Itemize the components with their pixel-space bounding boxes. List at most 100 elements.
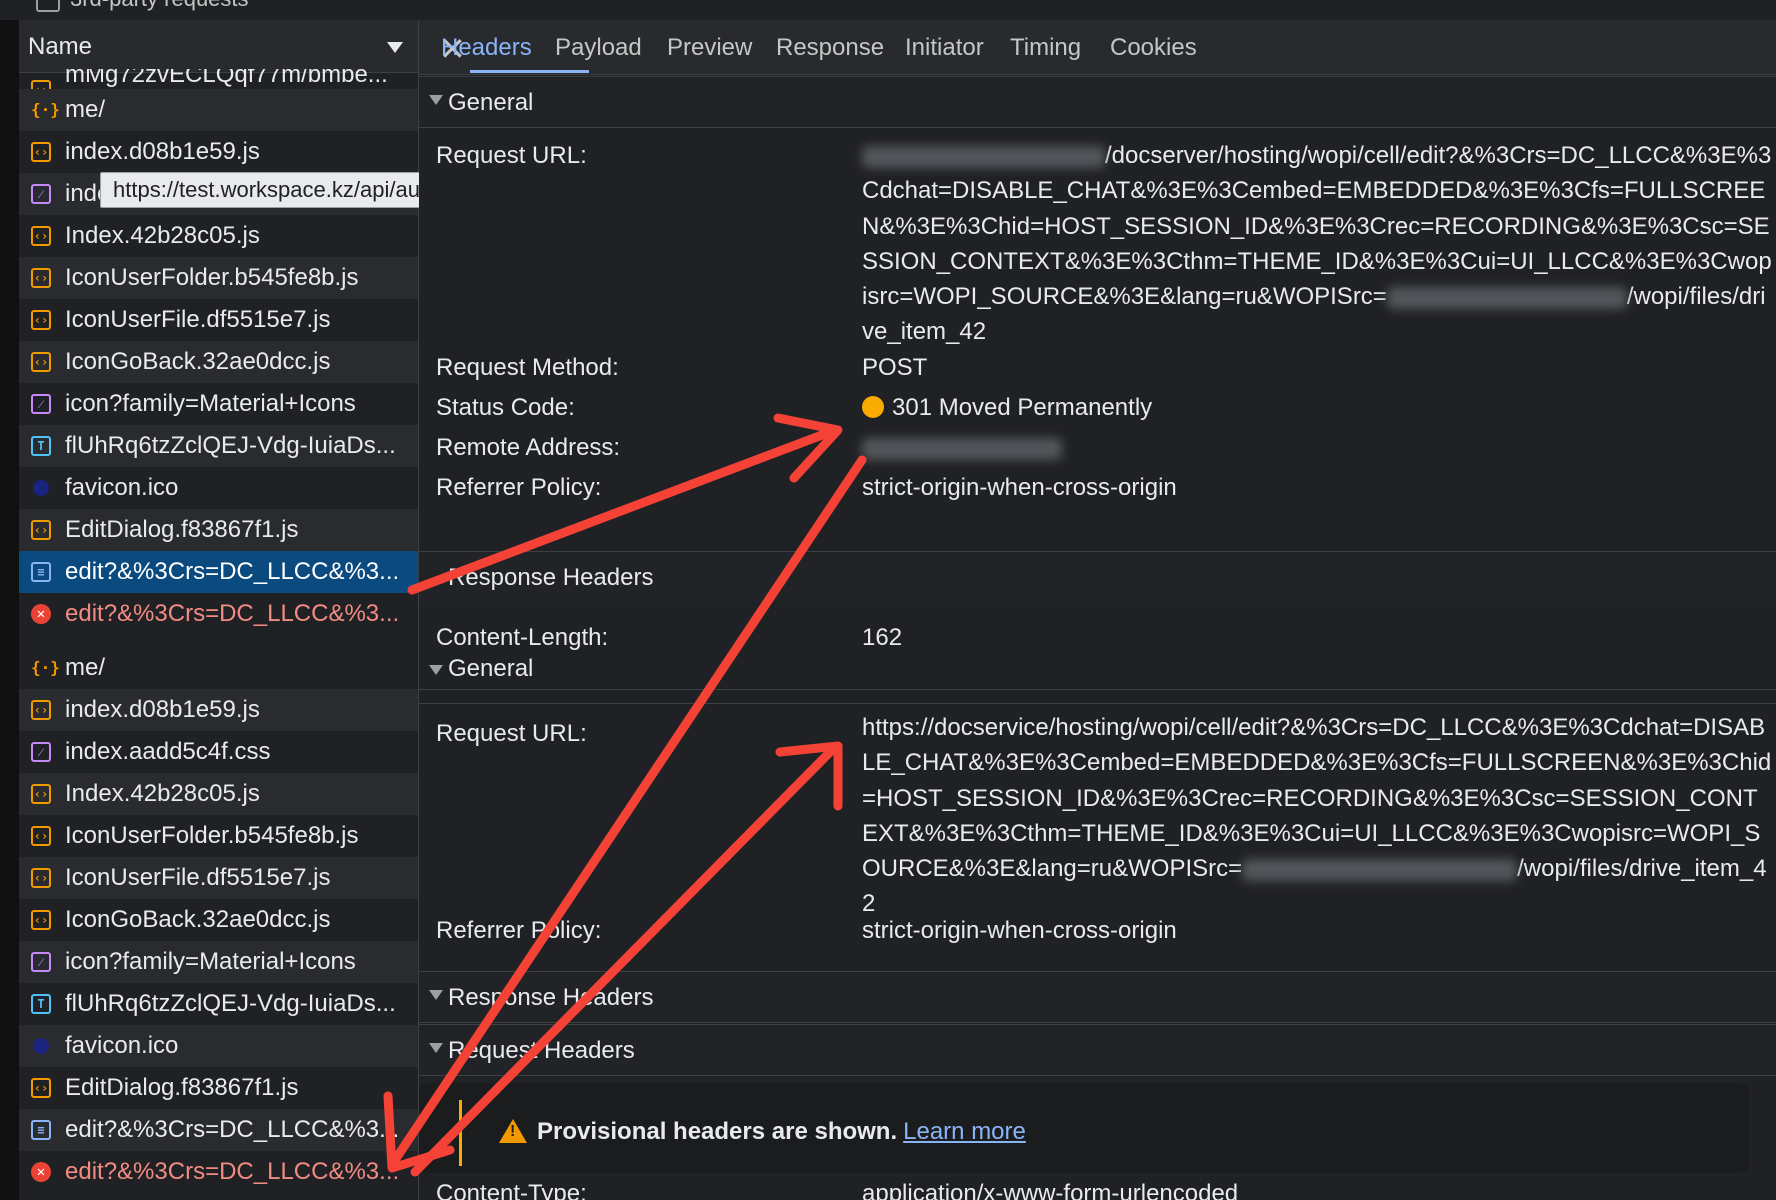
section-title: Response Headers — [448, 564, 654, 591]
font-file-icon: T — [31, 994, 51, 1014]
request-row[interactable]: ‹› EditDialog.f83867f1.js — [19, 509, 418, 551]
error-file-icon: ✕ — [31, 1162, 51, 1182]
js-file-icon: ‹› — [31, 700, 51, 720]
request-row[interactable]: ≡ edit?&%3Crs=DC_LLCC&%3... — [19, 1109, 418, 1151]
request-row[interactable]: ‹› IconUserFile.df5515e7.js — [19, 857, 418, 899]
collapse-triangle-icon[interactable] — [429, 990, 443, 1000]
tab-preview[interactable]: Preview — [667, 34, 752, 62]
request-row[interactable]: {·} me/ — [19, 647, 418, 689]
fav-file-icon — [33, 480, 49, 496]
request-name: flUhRq6tzZclQEJ-Vdg-IuiaDs... — [65, 990, 396, 1017]
request-url-label: Request URL: — [436, 142, 587, 169]
content-length-value: 162 — [862, 624, 903, 651]
status-code-value: 301 Moved Permanently — [862, 394, 1152, 422]
provisional-headers-warning: Provisional headers are shown.Learn more — [499, 1118, 1026, 1146]
request-row[interactable]: ⁄ index.aadd5c4f.css — [19, 731, 418, 773]
request-name: IconUserFolder.b545fe8b.js — [65, 822, 359, 849]
name-column-header[interactable]: Name — [19, 20, 418, 73]
request-row[interactable]: favicon.ico — [19, 1025, 418, 1067]
js-file-icon: ‹› — [31, 910, 51, 930]
js-file-icon: ‹› — [31, 352, 51, 372]
request-row[interactable]: ⁄ icon?family=Material+Icons — [19, 941, 418, 983]
request-row[interactable]: ⁄ icon?family=Material+Icons — [19, 383, 418, 425]
collapse-triangle-icon[interactable] — [429, 95, 443, 105]
request-row[interactable]: ‹› mMg72zvECLQqf77m/bmbe... — [19, 69, 418, 89]
request-row[interactable]: ‹› index.d08b1e59.js — [19, 689, 418, 731]
request-row[interactable]: ‹› Index.42b28c05.js — [19, 215, 418, 257]
request-name: IconGoBack.32ae0dcc.js — [65, 348, 331, 375]
request-row[interactable]: ✕ edit?&%3Crs=DC_LLCC&%3... — [19, 1151, 418, 1193]
js-file-icon: ‹› — [31, 826, 51, 846]
request-name: icon?family=Material+Icons — [65, 390, 356, 417]
js-file-icon: ‹› — [31, 226, 51, 246]
request-name: index.d08b1e59.js — [65, 696, 260, 723]
js-file-icon: ‹› — [31, 868, 51, 888]
request-row[interactable]: ✕ edit?&%3Crs=DC_LLCC&%3... — [19, 593, 418, 635]
general-section-header-2[interactable]: General — [419, 653, 1776, 690]
request-row[interactable]: ‹› IconUserFile.df5515e7.js — [19, 299, 418, 341]
tab-cookies[interactable]: Cookies — [1110, 34, 1197, 62]
request-url-value-2: https://docservice/hosting/wopi/cell/edi… — [862, 710, 1772, 922]
request-row[interactable]: ‹› Index.42b28c05.js — [19, 773, 418, 815]
request-row[interactable]: TflUhRq6tzZclQEJ-Vdg-IuiaDs... — [19, 983, 418, 1025]
request-name: edit?&%3Crs=DC_LLCC&%3... — [65, 558, 400, 585]
js-file-icon: ‹› — [31, 310, 51, 330]
request-row[interactable]: TflUhRq6tzZclQEJ-Vdg-IuiaDs... — [19, 425, 418, 467]
js-file-icon: ‹› — [31, 80, 51, 89]
request-name: EditDialog.f83867f1.js — [65, 516, 299, 543]
request-row[interactable]: {·} me/ — [19, 89, 418, 131]
third-party-label: 3rd-party requests — [70, 0, 249, 12]
collapse-triangle-icon[interactable] — [429, 1043, 443, 1053]
css-file-icon: ⁄ — [31, 952, 51, 972]
referrer-policy-value-2: strict-origin-when-cross-origin — [862, 917, 1177, 944]
request-row[interactable]: favicon.ico — [19, 467, 418, 509]
content-type-label: Content-Type: — [436, 1180, 587, 1200]
tab-payload[interactable]: Payload — [555, 34, 642, 62]
request-headers-section-header[interactable]: Request Headers — [419, 1024, 1776, 1076]
request-method-value: POST — [862, 354, 928, 381]
request-row[interactable]: ‹› IconUserFolder.b545fe8b.js — [19, 257, 418, 299]
tab-headers[interactable]: Headers — [441, 34, 532, 62]
sort-dropdown-icon[interactable] — [387, 42, 403, 53]
request-name: edit?&%3Crs=DC_LLCC&%3... — [65, 600, 400, 627]
request-name: Index.42b28c05.js — [65, 222, 260, 249]
tab-initiator[interactable]: Initiator — [905, 34, 984, 62]
request-name: index.aadd5c4f.css — [65, 738, 271, 765]
font-file-icon: T — [31, 436, 51, 456]
json-file-icon: {·} — [31, 658, 60, 677]
filter-strip: 3rd-party requests — [0, 0, 1776, 21]
error-file-icon: ✕ — [31, 604, 51, 624]
request-name: mMg72zvECLQqf77m/bmbe... — [65, 69, 388, 88]
js-file-icon: ‹› — [31, 1078, 51, 1098]
request-row[interactable]: ‹› IconGoBack.32ae0dcc.js — [19, 341, 418, 383]
js-file-icon: ‹› — [31, 784, 51, 804]
request-name: edit?&%3Crs=DC_LLCC&%3... — [65, 1158, 400, 1185]
collapse-triangle-icon[interactable] — [429, 665, 443, 675]
request-name: favicon.ico — [65, 474, 179, 501]
response-headers-section-header-2[interactable]: Response Headers — [419, 971, 1776, 1023]
doc-file-icon: ≡ — [31, 1120, 51, 1140]
warning-icon — [499, 1119, 527, 1143]
css-file-icon: ⁄ — [31, 742, 51, 762]
section-title: General — [448, 655, 534, 682]
detail-tab-bar: ✕ Headers Payload Preview Response Initi… — [419, 20, 1776, 75]
tab-timing[interactable]: Timing — [1010, 34, 1081, 62]
tab-response[interactable]: Response — [776, 34, 884, 62]
request-name: edit?&%3Crs=DC_LLCC&%3... — [65, 1116, 400, 1143]
request-row[interactable]: ‹› EditDialog.f83867f1.js — [19, 1067, 418, 1109]
request-row[interactable]: ‹› index.d08b1e59.js — [19, 131, 418, 173]
learn-more-link[interactable]: Learn more — [903, 1118, 1026, 1145]
request-url-label-2: Request URL: — [436, 720, 587, 747]
request-name: IconUserFile.df5515e7.js — [65, 864, 331, 891]
request-row[interactable]: ‹› IconGoBack.32ae0dcc.js — [19, 899, 418, 941]
response-headers-section-header[interactable]: Response Headers — [419, 551, 1776, 602]
fav-file-icon — [33, 1038, 49, 1054]
general-section-header[interactable]: General — [419, 76, 1776, 128]
request-name: favicon.ico — [65, 1032, 179, 1059]
divider — [419, 703, 1776, 704]
request-row[interactable]: ≡ edit?&%3Crs=DC_LLCC&%3... — [19, 551, 418, 593]
content-type-value: application/x-www-form-urlencoded — [862, 1180, 1239, 1200]
request-row[interactable]: ‹› IconUserFolder.b545fe8b.js — [19, 815, 418, 857]
css-file-icon: ⁄ — [31, 394, 51, 414]
third-party-checkbox[interactable] — [36, 0, 60, 12]
